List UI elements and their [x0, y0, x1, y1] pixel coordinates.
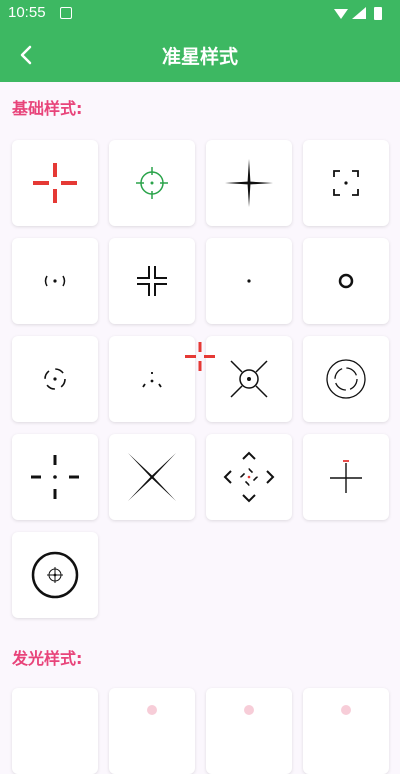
crosshair-card-10[interactable] — [109, 336, 195, 422]
crosshair-green-scope-icon — [136, 167, 168, 199]
crosshair-card-3[interactable] — [206, 140, 292, 226]
crosshair-card-16[interactable] — [303, 434, 389, 520]
app-bar: 准星样式 — [0, 28, 400, 82]
glow-card-4[interactable] — [303, 688, 389, 774]
crosshair-card-11[interactable] — [206, 336, 292, 422]
crosshair-scope-ring-icon — [31, 551, 79, 599]
crosshair-card-14[interactable] — [109, 434, 195, 520]
wifi-icon — [334, 9, 348, 19]
crosshair-card-6[interactable] — [109, 238, 195, 324]
crosshair-x-lines-icon — [128, 453, 176, 501]
crosshair-card-1[interactable] — [12, 140, 98, 226]
glow-crosshair-icon — [244, 705, 254, 715]
crosshair-card-4[interactable] — [303, 140, 389, 226]
crosshair-thin-plus-icon — [225, 159, 273, 207]
glow-card-3[interactable] — [206, 688, 292, 774]
page-title: 准星样式 — [161, 46, 238, 68]
crosshair-dashed-circle-icon — [44, 368, 66, 390]
crosshair-card-5[interactable] — [12, 238, 98, 324]
crosshair-card-8[interactable] — [303, 238, 389, 324]
status-bar: 10:55 — [0, 0, 400, 28]
glow-card-2[interactable] — [109, 688, 195, 774]
crosshair-quad-corners-icon — [137, 266, 167, 296]
crosshair-ring-icon — [338, 273, 354, 289]
floating-crosshair-icon — [185, 342, 215, 371]
crosshair-card-15[interactable] — [206, 434, 292, 520]
crosshair-dot-icon — [247, 279, 251, 283]
crosshair-red-tick-plus-icon — [330, 460, 362, 493]
crosshair-card-17[interactable] — [12, 532, 98, 618]
notification-icon — [60, 7, 72, 19]
crosshair-card-9[interactable] — [12, 336, 98, 422]
battery-icon — [374, 7, 382, 20]
floating-crosshair-overlay[interactable] — [185, 342, 215, 372]
crosshair-card-13[interactable] — [12, 434, 98, 520]
status-icons — [332, 5, 392, 25]
crosshair-bracket-corners-icon — [333, 170, 359, 196]
crosshair-x-circle-icon — [230, 360, 268, 398]
crosshair-paren-dot-icon — [44, 275, 66, 287]
glow-crosshair-icon — [341, 705, 351, 715]
crosshair-red-gap-icon — [33, 163, 77, 203]
crosshair-card-2[interactable] — [109, 140, 195, 226]
section-basic-title: 基础样式: — [12, 99, 83, 118]
status-time: 10:55 — [8, 4, 46, 21]
crosshair-double-ring-icon — [326, 359, 366, 399]
signal-icon — [352, 7, 366, 19]
crosshair-triangle-dots-icon — [142, 372, 162, 388]
section-glow-title: 发光样式: — [12, 649, 83, 668]
glow-crosshair-icon — [147, 705, 157, 715]
crosshair-diamond-icon — [223, 451, 275, 503]
glow-card-1[interactable] — [12, 688, 98, 774]
crosshair-card-12[interactable] — [303, 336, 389, 422]
crosshair-card-7[interactable] — [206, 238, 292, 324]
crosshair-dashed-plus-icon — [31, 455, 79, 499]
